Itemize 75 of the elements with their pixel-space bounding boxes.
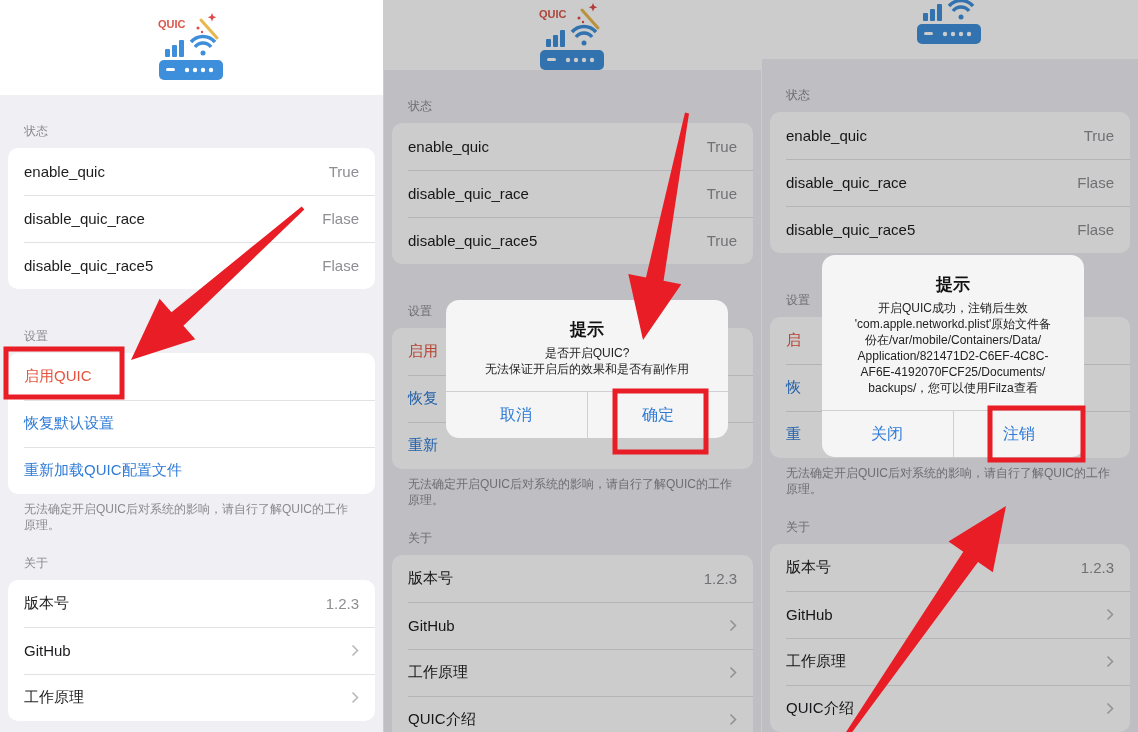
row-value: True (706, 185, 737, 202)
section-footer: 无法确定开启QUIC后对系统的影响，请自行了解QUIC的工作原理。 (0, 494, 383, 533)
dialog-title: 提示 (934, 274, 971, 296)
row-value: 1.2.3 (325, 595, 359, 612)
row-value: True (1083, 127, 1114, 144)
chevron-icon (1106, 702, 1114, 715)
dialog-message-line: Application/821471D2-C6EF-4C8C- (857, 348, 1049, 364)
section-header: 状态 (786, 87, 810, 103)
row-label: disable_quic_race5 (408, 232, 539, 249)
action-link[interactable]: 启用QUIC (24, 367, 359, 386)
row-value: Flase (1077, 174, 1114, 191)
section-header: 关于 (408, 530, 432, 546)
chevron-icon (1106, 608, 1114, 621)
dialog-message-line: 'com.apple.networkd.plist'原始文件备 (854, 316, 1052, 332)
row-label: disable_quic_race5 (24, 257, 155, 274)
row-value: True (328, 163, 359, 180)
menu-item[interactable]: GitHub (786, 606, 1106, 623)
chevron-icon (351, 644, 359, 657)
logo-text: QUIC (157, 18, 185, 30)
dialog-button[interactable]: 取消 (446, 392, 587, 438)
menu-item[interactable]: GitHub (24, 642, 351, 659)
chevron-icon (729, 619, 737, 632)
magic-wand-icon (196, 13, 218, 40)
dialog-button[interactable]: 关闭 (822, 411, 953, 457)
action-link[interactable]: 重新 (408, 436, 737, 455)
menu-item[interactable]: 工作原理 (408, 663, 729, 682)
section-header: 状态 (24, 123, 48, 139)
row-label: 版本号 (24, 594, 70, 613)
menu-item[interactable]: 工作原理 (24, 688, 351, 707)
row-label: disable_quic_race (408, 185, 530, 202)
action-link[interactable]: 重新加载QUIC配置文件 (24, 461, 359, 480)
section-header: 状态 (408, 98, 432, 114)
section-header: 关于 (24, 555, 48, 571)
row-value: True (706, 138, 737, 155)
row-label: disable_quic_race (786, 174, 908, 191)
section-header: 设置 (786, 292, 810, 308)
menu-item[interactable]: QUIC介绍 (786, 699, 1106, 718)
chevron-icon (729, 713, 737, 726)
menu-item[interactable]: 工作原理 (786, 652, 1106, 671)
section-footer: 无法确定开启QUIC后对系统的影响，请自行了解QUIC的工作原理。 (384, 469, 761, 508)
router-icon (158, 34, 223, 80)
dialog-message-line: 是否开启QUIC? (544, 345, 630, 361)
row-label: 版本号 (408, 569, 454, 588)
chevron-icon (1106, 655, 1114, 668)
row-label: 版本号 (786, 558, 832, 577)
chevron-icon (351, 691, 359, 704)
chevron-icon (729, 666, 737, 679)
row-value: Flase (1077, 221, 1114, 238)
dialog-message-line: AF6E-4192070FCF25/Documents/ (860, 364, 1046, 380)
row-label: enable_quic (24, 163, 106, 180)
dialog-message-line: backups/，您可以使用Filza查看 (868, 380, 1038, 396)
action-link[interactable]: 恢复默认设置 (24, 414, 359, 433)
dialog-button[interactable]: 注销 (952, 411, 1084, 457)
row-value: True (706, 232, 737, 249)
section-header: 设置 (24, 328, 48, 344)
dialog-title: 提示 (568, 319, 605, 341)
row-value: Flase (322, 257, 359, 274)
row-label: enable_quic (408, 138, 490, 155)
dialog-message-line: 份在/var/mobile/Containers/Data/ (864, 332, 1042, 348)
row-value: 1.2.3 (1080, 559, 1114, 576)
section-footer: 无法确定开启QUIC后对系统的影响，请自行了解QUIC的工作原理。 (762, 458, 1138, 497)
row-label: disable_quic_race (24, 210, 146, 227)
menu-item[interactable]: GitHub (408, 617, 729, 634)
logo-text: QUIC (538, 8, 566, 20)
row-value: 1.2.3 (703, 570, 737, 587)
dialog-button[interactable]: 确定 (586, 392, 728, 438)
row-label: disable_quic_race5 (786, 221, 917, 238)
magic-wand-icon (577, 3, 599, 30)
row-value: Flase (322, 210, 359, 227)
menu-item[interactable]: QUIC介绍 (408, 710, 729, 729)
row-label: enable_quic (786, 127, 868, 144)
section-header: 设置 (408, 303, 432, 319)
dialog-message-line: 无法保证开启后的效果和是否有副作用 (485, 361, 689, 377)
dialog-message-line: 开启QUIC成功，注销后生效 (878, 300, 1028, 316)
section-header: 关于 (786, 519, 810, 535)
